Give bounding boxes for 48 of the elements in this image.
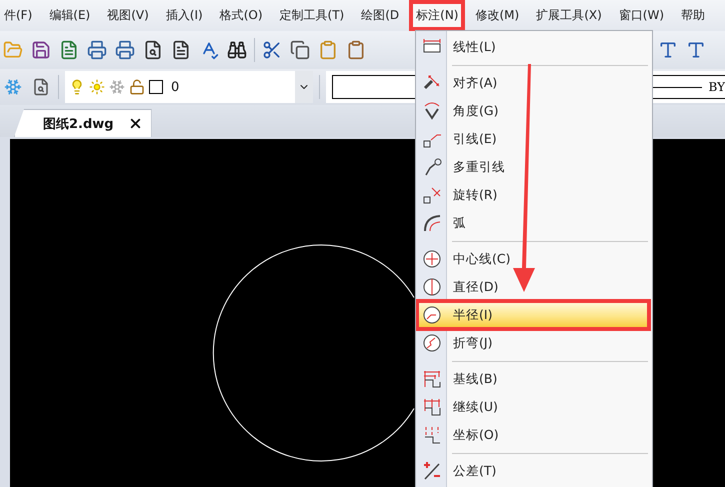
snowflake-icon	[109, 79, 125, 95]
sun-icon	[89, 79, 105, 95]
menu-item[interactable]: 旋转(R)	[416, 181, 650, 209]
baseline-dimension-icon	[421, 368, 443, 390]
menu-item[interactable]: 半径(I)	[416, 301, 650, 329]
document-tab[interactable]: 图纸2.dwg	[14, 109, 152, 137]
menu-title[interactable]: 帮助	[677, 2, 710, 29]
menu-title[interactable]: 格式(O)	[216, 2, 267, 29]
menu-title[interactable]: 编辑(E)	[45, 2, 94, 29]
printer-icon[interactable]	[86, 39, 108, 61]
menu-title[interactable]: 定制工具(T)	[276, 2, 348, 29]
menu-title[interactable]: 视图(V)	[103, 2, 153, 29]
menu-item[interactable]: 对齐(A)	[416, 69, 650, 97]
menu-item[interactable]: 多重引线	[416, 153, 650, 181]
center-mark-icon	[421, 248, 443, 270]
menu-item[interactable]: 折弯(J)	[416, 329, 650, 357]
printer-icon[interactable]	[114, 39, 136, 61]
menu-item[interactable]: 继续(U)	[416, 393, 650, 421]
linetype-value: BY	[708, 80, 725, 94]
arc-dimension-icon	[421, 212, 443, 234]
diameter-icon	[421, 276, 443, 298]
menu-title[interactable]: 窗口(W)	[614, 2, 668, 29]
lock-icon	[129, 79, 145, 95]
radius-icon	[421, 304, 443, 326]
menu-title[interactable]: 件(F)	[0, 2, 36, 29]
menu-title[interactable]: 插入(I)	[162, 2, 207, 29]
menu-title[interactable]: 扩展工具(X)	[532, 2, 606, 29]
menu-item[interactable]: 弧	[416, 209, 650, 237]
menu-title[interactable]: 修改(M)	[471, 2, 524, 29]
save-icon[interactable]	[30, 39, 52, 61]
jogged-dimension-icon	[421, 332, 443, 354]
menu-item[interactable]: 引线(E)	[416, 125, 650, 153]
menu-title[interactable]: 绘图(D	[357, 2, 404, 29]
color-swatch	[149, 80, 163, 94]
menu-item[interactable]: 直径(D)	[416, 273, 650, 301]
menu-item[interactable]: 中心线(C)	[416, 245, 650, 273]
layer-name: 0	[171, 80, 180, 94]
continue-dimension-icon	[421, 396, 443, 418]
binoculars-icon[interactable]	[226, 39, 248, 61]
menu-item[interactable]: 坐标(O)	[416, 421, 650, 449]
tolerance-icon	[421, 460, 443, 482]
menu-item[interactable]: 基线(B)	[416, 365, 650, 393]
menu-item[interactable]: 角度(G)	[416, 97, 650, 125]
copy-icon[interactable]	[289, 39, 311, 61]
menu-title[interactable]: 标注(N)	[412, 2, 462, 29]
layer-dropdown[interactable]: 0	[65, 71, 313, 103]
line-sample	[652, 86, 702, 88]
menu-item[interactable]: 公差(T)	[416, 457, 650, 485]
